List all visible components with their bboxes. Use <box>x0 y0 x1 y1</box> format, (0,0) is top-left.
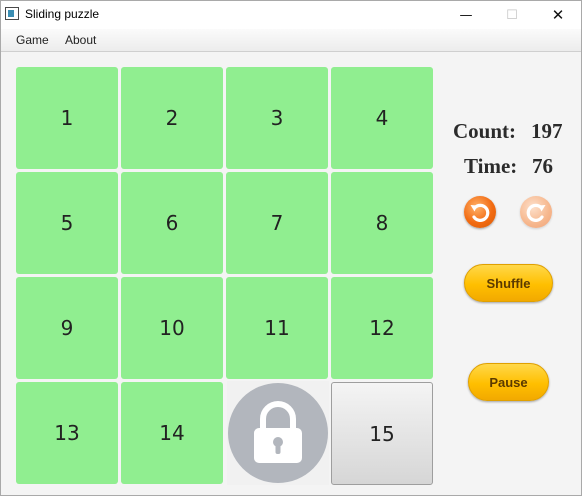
menu-bar: Game About <box>1 29 581 52</box>
redo-icon <box>526 203 546 222</box>
puzzle-tile[interactable]: 3 <box>226 67 328 169</box>
locked-empty-cell <box>227 381 329 485</box>
undo-button[interactable] <box>464 196 496 228</box>
maximize-button[interactable]: ☐ <box>489 1 535 29</box>
menu-game[interactable]: Game <box>16 32 49 48</box>
puzzle-tile[interactable]: 2 <box>121 67 223 169</box>
pause-button[interactable]: Pause <box>468 363 549 401</box>
puzzle-tile[interactable]: 8 <box>331 172 433 274</box>
shuffle-button[interactable]: Shuffle <box>464 264 553 302</box>
puzzle-tile[interactable]: 1 <box>16 67 118 169</box>
undo-icon <box>470 203 490 222</box>
puzzle-tile[interactable]: 11 <box>226 277 328 379</box>
time-label: Time: <box>464 154 518 178</box>
puzzle-tile[interactable]: 14 <box>121 382 223 484</box>
app-icon <box>5 7 19 20</box>
redo-button[interactable] <box>520 196 552 228</box>
window-title: Sliding puzzle <box>25 7 100 21</box>
title-bar[interactable]: Sliding puzzle — ☐ ✕ <box>1 1 581 29</box>
puzzle-tile[interactable]: 7 <box>226 172 328 274</box>
puzzle-tile[interactable]: 10 <box>121 277 223 379</box>
puzzle-tile[interactable]: 5 <box>16 172 118 274</box>
app-window: Sliding puzzle — ☐ ✕ Game About 1 2 3 4 … <box>0 0 582 496</box>
puzzle-tile-highlighted[interactable]: 15 <box>331 382 433 485</box>
count-value: 197 <box>531 119 563 143</box>
menu-about[interactable]: About <box>65 32 96 48</box>
puzzle-tile[interactable]: 12 <box>331 277 433 379</box>
puzzle-tile[interactable]: 13 <box>16 382 118 484</box>
time-value: 76 <box>532 154 553 178</box>
puzzle-tile[interactable]: 6 <box>121 172 223 274</box>
minimize-button[interactable]: — <box>443 1 489 29</box>
puzzle-tile[interactable]: 9 <box>16 277 118 379</box>
puzzle-tile[interactable]: 4 <box>331 67 433 169</box>
close-button[interactable]: ✕ <box>535 1 581 29</box>
lock-icon <box>228 383 328 483</box>
count-label: Count: <box>453 119 517 143</box>
